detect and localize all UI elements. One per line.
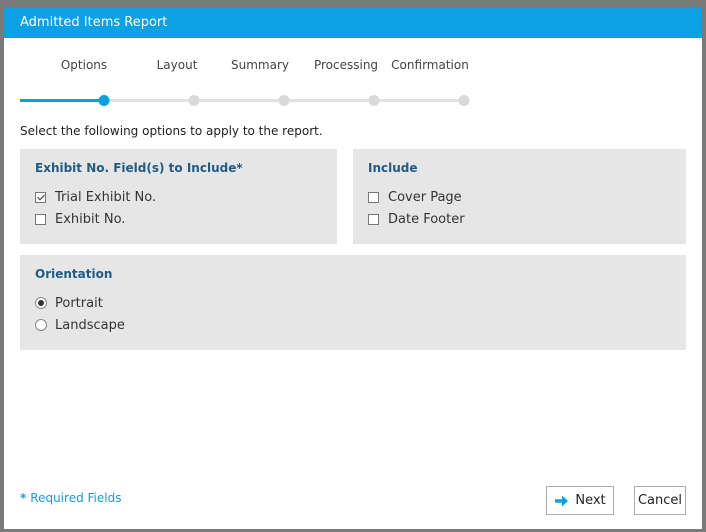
next-label: Next [575, 493, 606, 508]
step-options[interactable]: Options [61, 58, 107, 72]
date-footer-checkbox[interactable] [368, 213, 379, 225]
exhibit-no-checkbox[interactable] [35, 213, 46, 225]
report-dialog: Admitted Items Report Options Layout Sum… [4, 7, 702, 529]
landscape-option[interactable]: Landscape [35, 314, 671, 336]
include-panel: Include Cover Page Date Footer [353, 149, 686, 244]
step-dot-confirmation [458, 95, 470, 106]
cover-page-option[interactable]: Cover Page [368, 186, 671, 208]
required-fields-note: * Required Fields [20, 491, 121, 505]
exhibit-no-label: Exhibit No. [55, 211, 126, 227]
cover-page-label: Cover Page [388, 189, 462, 205]
trial-exhibit-checkbox[interactable] [35, 191, 46, 203]
progress-fill [20, 99, 105, 102]
step-dot-layout [188, 95, 200, 106]
trial-exhibit-label: Trial Exhibit No. [55, 189, 157, 205]
orientation-panel: Orientation Portrait Landscape [20, 255, 686, 350]
step-confirmation[interactable]: Confirmation [391, 58, 469, 72]
intro-text: Select the following options to apply to… [20, 124, 323, 138]
exhibit-fields-title: Exhibit No. Field(s) to Include* [35, 161, 243, 175]
portrait-radio[interactable] [35, 297, 47, 309]
step-dot-processing [368, 95, 380, 106]
step-dot-options [98, 95, 110, 106]
cancel-button[interactable]: Cancel [634, 486, 686, 515]
cover-page-checkbox[interactable] [368, 191, 379, 203]
landscape-radio[interactable] [35, 319, 47, 331]
required-star: * [20, 491, 27, 505]
step-layout[interactable]: Layout [157, 58, 198, 72]
step-processing[interactable]: Processing [314, 58, 378, 72]
date-footer-label: Date Footer [388, 211, 465, 227]
date-footer-option[interactable]: Date Footer [368, 208, 671, 230]
dialog-title: Admitted Items Report [4, 7, 702, 38]
landscape-label: Landscape [55, 317, 125, 333]
trial-exhibit-option[interactable]: Trial Exhibit No. [35, 186, 322, 208]
next-button[interactable]: Next [546, 486, 614, 515]
required-fields-text: Required Fields [30, 491, 122, 505]
exhibit-fields-panel: Exhibit No. Field(s) to Include* Trial E… [20, 149, 337, 244]
arrow-right-icon [554, 494, 569, 508]
wizard-steps: Options Layout Summary Processing Confir… [4, 38, 702, 118]
portrait-label: Portrait [55, 295, 103, 311]
cancel-label: Cancel [637, 493, 683, 508]
step-summary[interactable]: Summary [231, 58, 289, 72]
step-dot-summary [278, 95, 290, 106]
exhibit-no-option[interactable]: Exhibit No. [35, 208, 322, 230]
include-title: Include [368, 161, 418, 175]
orientation-title: Orientation [35, 267, 113, 281]
portrait-option[interactable]: Portrait [35, 292, 671, 314]
